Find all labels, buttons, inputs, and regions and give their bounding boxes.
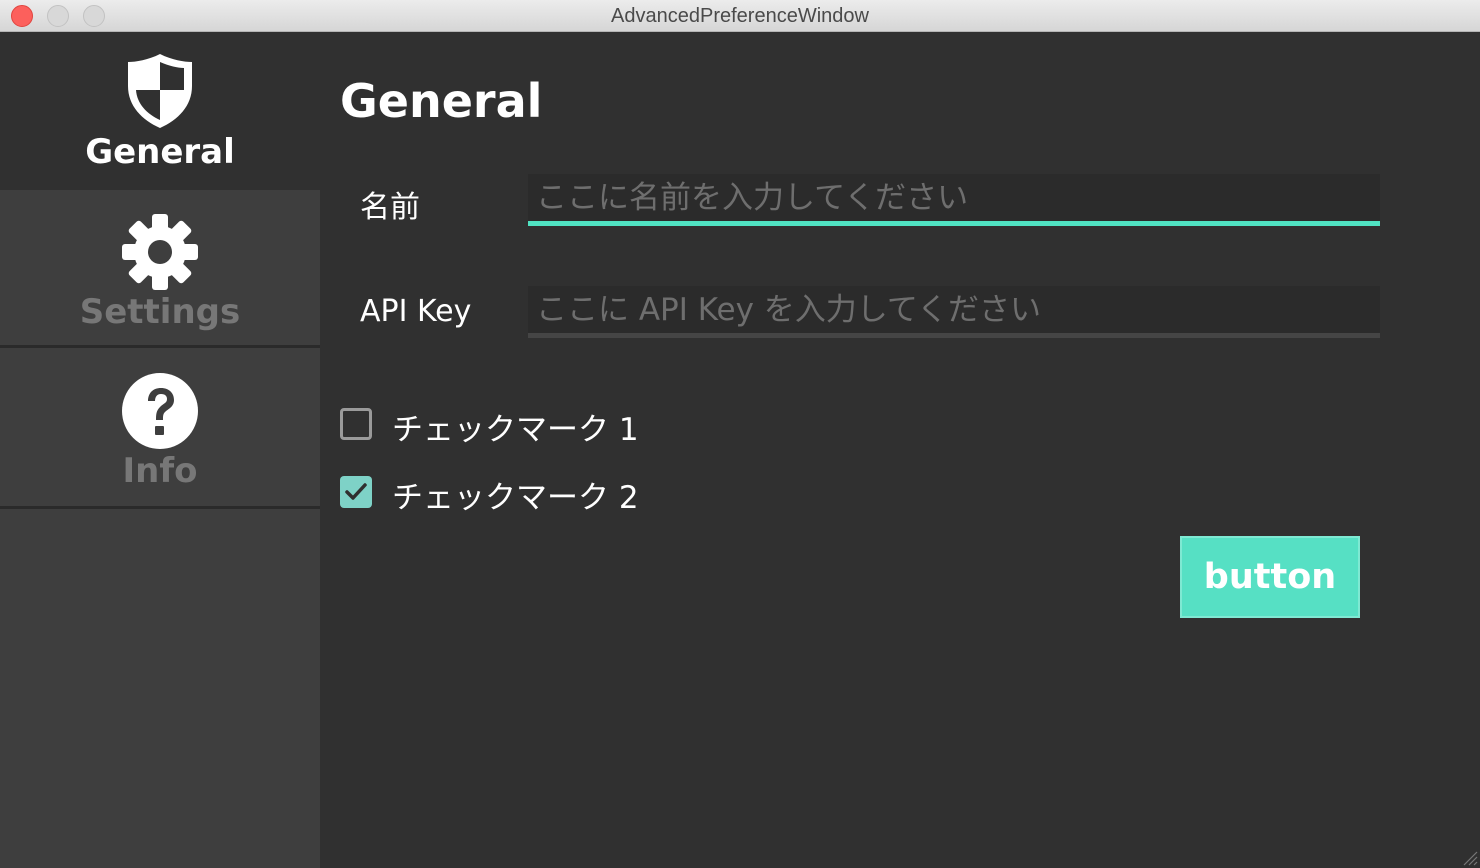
api-key-label: API Key xyxy=(360,294,472,329)
question-circle-icon xyxy=(122,373,198,449)
sidebar-item-label: Settings xyxy=(79,292,241,332)
checkmark-icon xyxy=(345,483,367,500)
sidebar-item-info[interactable]: Info xyxy=(0,351,320,509)
sidebar-item-label: General xyxy=(85,132,235,172)
api-key-input[interactable] xyxy=(528,286,1380,338)
title-bar[interactable]: AdvancedPreferenceWindow xyxy=(0,0,1480,32)
window-title: AdvancedPreferenceWindow xyxy=(611,5,869,27)
page-title: General xyxy=(340,74,543,128)
action-button[interactable]: button xyxy=(1180,536,1360,618)
checkbox-1[interactable] xyxy=(340,408,372,440)
checkbox-label: チェックマーク 1 xyxy=(392,412,639,448)
name-input[interactable] xyxy=(528,174,1380,226)
sidebar: General Settings Info xyxy=(0,32,320,868)
sidebar-item-settings[interactable]: Settings xyxy=(0,190,320,348)
resize-grip-icon[interactable] xyxy=(1460,848,1478,866)
main-content: General 名前 API Key チェックマーク 1 チェックマーク 2 b… xyxy=(320,32,1480,868)
checkbox-2[interactable] xyxy=(340,476,372,508)
sidebar-item-general[interactable]: General xyxy=(0,32,320,190)
checkbox-label: チェックマーク 2 xyxy=(392,480,639,516)
shield-icon xyxy=(128,54,192,128)
gear-icon xyxy=(122,214,198,290)
name-label: 名前 xyxy=(360,190,420,225)
sidebar-item-label: Info xyxy=(122,451,198,491)
